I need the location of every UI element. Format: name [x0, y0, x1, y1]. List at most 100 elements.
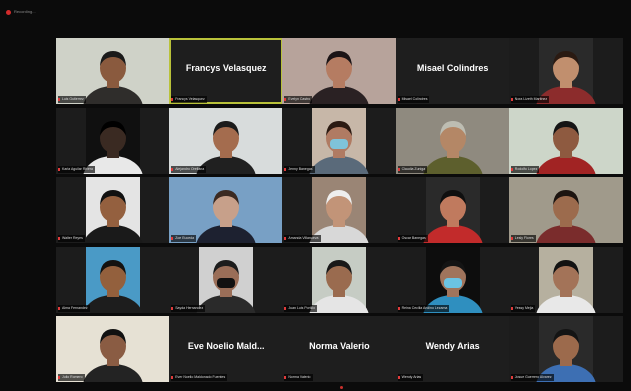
participant-video — [395, 107, 510, 174]
mic-muted-icon — [171, 167, 174, 171]
participant-tile[interactable]: Wendy Arias Wendy Arias — [395, 316, 510, 382]
participant-tile[interactable]: Karla Aguilar Rivera — [56, 107, 170, 174]
participant-tile[interactable]: Rodolfo Lopez — [508, 107, 623, 174]
participant-tile[interactable]: Norma Valerio Norma Valerio — [282, 316, 397, 382]
participant-video — [169, 246, 284, 313]
participant-tile[interactable]: Luis Gutierrez — [56, 38, 170, 104]
participant-name: Amanda Villanueva — [288, 236, 319, 240]
participant-name: Yessy Mejia — [514, 305, 534, 310]
participant-display-name: Misael Colindres — [416, 63, 489, 73]
mic-muted-icon — [397, 98, 400, 101]
participant-tile[interactable]: Julio Romero — [56, 316, 170, 382]
participant-video — [395, 177, 510, 243]
participant-tile[interactable]: Eve Noelio Mald... Ever Noelio Maldonado … — [169, 316, 284, 382]
mic-muted-icon — [510, 237, 513, 240]
participant-video — [56, 107, 170, 174]
participant-name-label: Amanda Villanueva — [284, 235, 321, 242]
participant-name-label: Sayda Hernandez — [171, 304, 206, 312]
participant-tile[interactable]: Reina Cecilia Andino Lezama — [395, 246, 510, 313]
participant-video — [282, 246, 397, 313]
participant-tile[interactable]: Juan Luis Portillo — [282, 246, 397, 313]
participant-name-label: Wendy Arias — [397, 374, 424, 381]
participant-tile[interactable]: Sayda Hernandez — [169, 246, 284, 313]
mic-muted-icon — [397, 376, 400, 379]
participant-tile[interactable]: Nora Lizeth Martinez — [508, 38, 623, 104]
participant-name: Oscar Banegas — [401, 236, 426, 240]
participant-name: Rodolfo Lopez — [514, 166, 538, 171]
participant-video — [508, 38, 623, 104]
participant-name: Reina Cecilia Andino Lezama — [401, 305, 448, 310]
participant-video — [395, 246, 510, 313]
leave-meeting-icon[interactable] — [340, 386, 343, 389]
participant-name-label: Rodolfo Lopez — [510, 165, 540, 173]
participant-name-label: Juan Luis Portillo — [284, 304, 318, 312]
meeting-top-bar: Recording... — [0, 0, 631, 22]
mic-muted-icon — [397, 306, 400, 310]
mic-muted-icon — [397, 167, 400, 171]
participant-name: Walter Reyes — [62, 236, 83, 240]
gallery-view: Luis Gutierrez Francys Velasquez Francys V… — [56, 38, 623, 383]
participant-name: Alejandro Orellana — [175, 166, 205, 171]
mic-muted-icon — [284, 376, 287, 379]
participant-name-label: Yessy Mejia — [510, 304, 536, 312]
participant-name: Luis Gutierrez — [62, 97, 84, 101]
participant-name: Karla Aguilar Rivera — [62, 166, 93, 171]
participant-name: Ever Noelio Maldonado Fuentes — [175, 375, 226, 379]
mic-muted-icon — [171, 376, 174, 379]
participant-video — [508, 316, 623, 382]
participant-display-name: Norma Valerio — [309, 341, 370, 351]
participant-video — [56, 38, 170, 104]
participant-video — [56, 316, 170, 382]
participant-video — [56, 246, 170, 313]
participant-tile[interactable]: Alejandro Orellana — [169, 107, 284, 174]
participant-name: Claudia Zuniga — [401, 166, 426, 171]
participant-name: Zoe Euceda — [175, 236, 195, 240]
mic-muted-icon — [510, 98, 513, 101]
participant-display-name: Wendy Arias — [425, 341, 480, 351]
participant-name-label: Claudia Zuniga — [397, 165, 428, 173]
mic-muted-icon — [58, 306, 60, 310]
participant-video — [508, 177, 623, 243]
participant-tile[interactable]: Walter Reyes — [56, 177, 170, 243]
participant-tile[interactable]: Amanda Villanueva — [282, 177, 397, 243]
participant-tile[interactable]: Alma Fernandez — [56, 246, 170, 313]
participant-name: Nora Lizeth Martinez — [514, 97, 548, 101]
participant-tile[interactable]: Jenny Banegas — [282, 107, 397, 174]
participant-video — [282, 107, 397, 174]
participant-name: Francys Velasquez — [175, 97, 205, 101]
participant-tile[interactable]: Claudia Zuniga — [395, 107, 510, 174]
participant-name-label: Zoe Euceda — [171, 235, 197, 242]
participant-tile[interactable]: Yessy Mejia — [508, 246, 623, 313]
mic-muted-icon — [58, 98, 60, 101]
participant-name-label: Lesly Flores — [510, 235, 536, 242]
participant-name-label: Evelyn Castro — [284, 96, 313, 103]
participant-video — [282, 177, 397, 243]
participant-tile[interactable]: Francys Velasquez Francys Velasquez — [169, 38, 284, 104]
participant-name-label: Oscar Banegas — [397, 235, 428, 242]
participant-tile[interactable]: Zoe Euceda — [169, 177, 284, 243]
participant-tile[interactable]: Misael Colindres Misael Colindres — [395, 38, 510, 104]
participant-name: Norma Valerio — [288, 375, 311, 379]
participant-name-label: Nora Lizeth Martinez — [510, 96, 550, 103]
participant-video — [169, 107, 284, 174]
mic-muted-icon — [58, 237, 60, 240]
participant-video — [508, 107, 623, 174]
mic-muted-icon — [58, 376, 60, 379]
participant-tile[interactable]: Josue Guerrero Alvarez — [508, 316, 623, 382]
participant-name-label: Karla Aguilar Rivera — [58, 165, 95, 173]
participant-tile[interactable]: Evelyn Castro — [282, 38, 397, 104]
mic-muted-icon — [171, 306, 174, 310]
meeting-bottom-bar — [0, 384, 631, 391]
participant-name-label: Julio Romero — [58, 374, 85, 381]
participant-tile[interactable]: Oscar Banegas — [395, 177, 510, 243]
participant-name: Sayda Hernandez — [175, 305, 204, 310]
mic-muted-icon — [510, 306, 513, 310]
mic-muted-icon — [171, 98, 174, 101]
mic-muted-icon — [510, 167, 513, 171]
participant-name: Misael Colindres — [401, 97, 428, 101]
participant-name-label: Ever Noelio Maldonado Fuentes — [171, 374, 228, 381]
participant-tile[interactable]: Lesly Flores — [508, 177, 623, 243]
mic-muted-icon — [284, 98, 287, 101]
participant-name-label: Alejandro Orellana — [171, 165, 207, 173]
participant-name-label: Josue Guerrero Alvarez — [510, 374, 554, 381]
